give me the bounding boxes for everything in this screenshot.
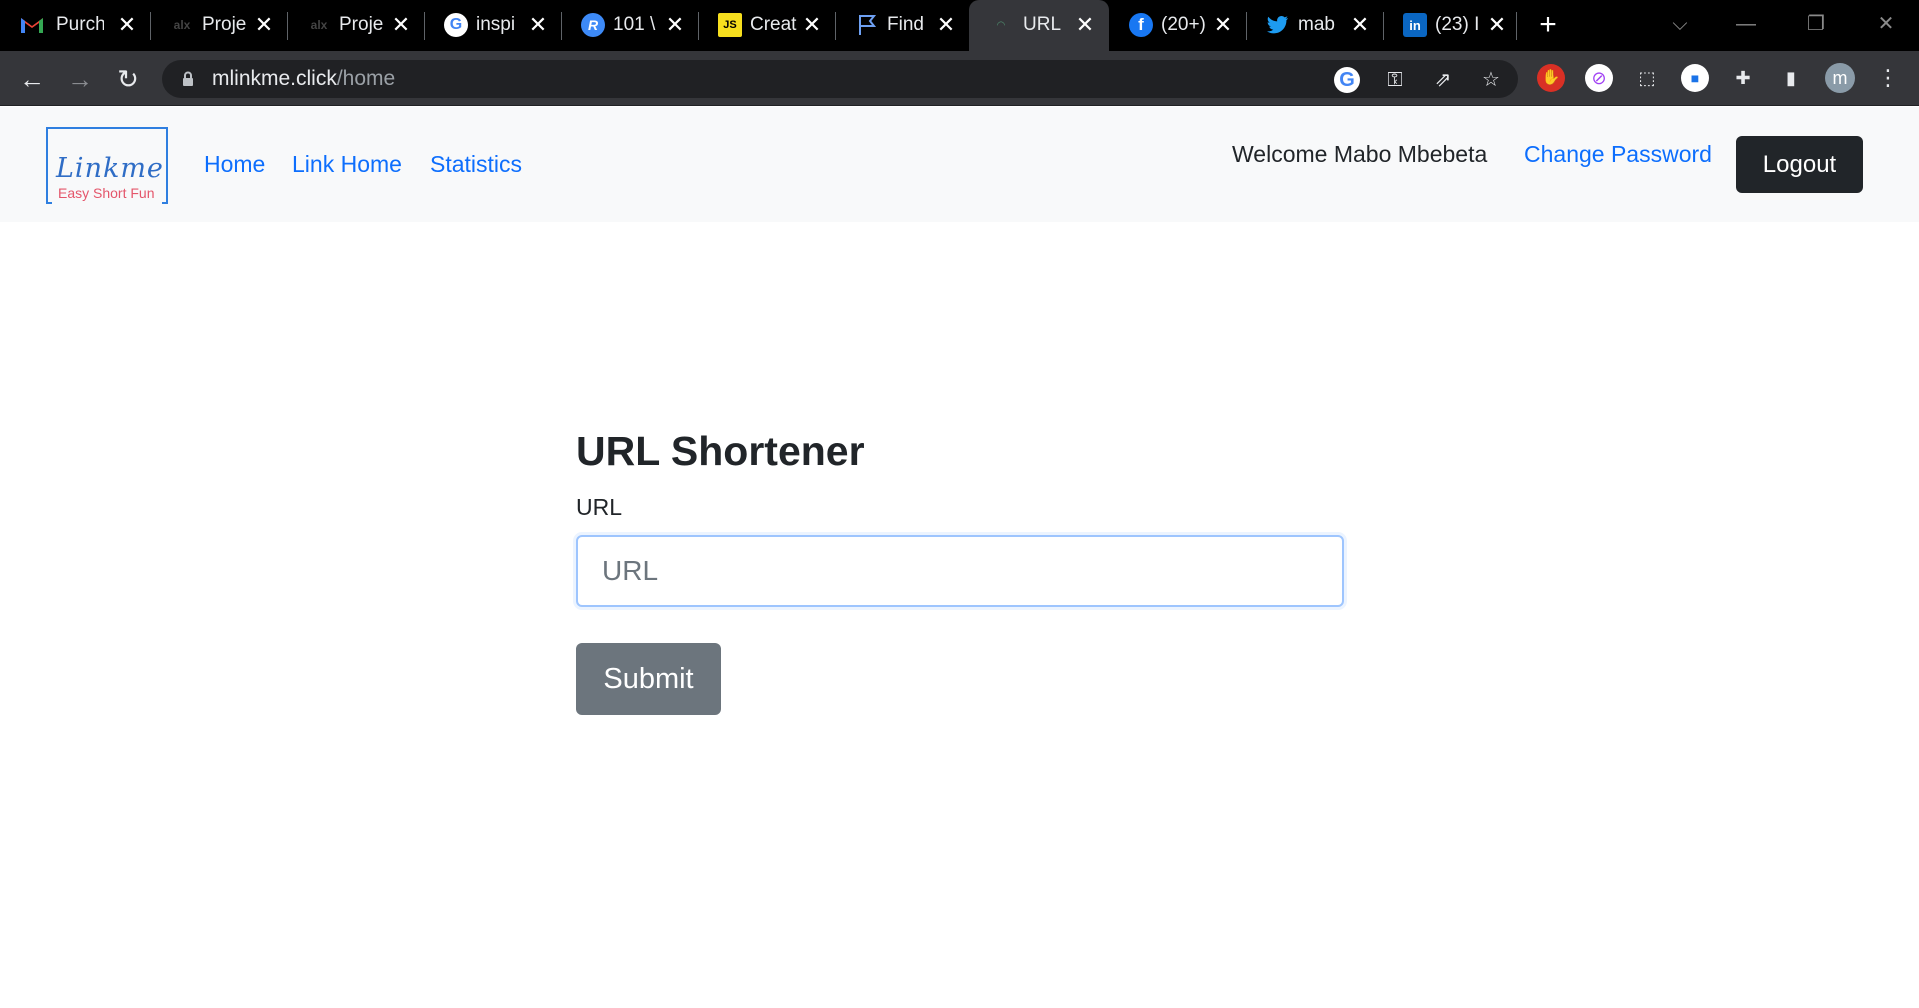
nav-link-home[interactable]: Home [204, 151, 265, 178]
close-icon[interactable]: ✕ [1073, 11, 1097, 39]
tab-title: URL I [1023, 14, 1067, 35]
browser-tab[interactable]: alx Proje ✕ [150, 0, 287, 51]
close-icon[interactable]: ✕ [389, 11, 413, 39]
block-site-icon[interactable]: ⊘ [1585, 64, 1613, 92]
browser-tab[interactable]: Find ✕ [835, 0, 969, 51]
alx-icon: alx [173, 18, 191, 32]
close-icon[interactable]: ✕ [1348, 11, 1372, 39]
browser-tab-active[interactable]: ◠ URL I ✕ [969, 0, 1109, 51]
browser-tab[interactable]: JS Creat ✕ [698, 0, 835, 51]
close-icon[interactable]: ✕ [115, 11, 139, 39]
tab-title: (23) I [1435, 14, 1480, 35]
share-icon[interactable]: ⇗ [1430, 67, 1456, 93]
forward-icon[interactable]: → [62, 62, 98, 96]
screenshot-icon[interactable]: ⬚ [1633, 64, 1661, 92]
google-icon: G [444, 13, 468, 37]
tab-title: Find [887, 14, 924, 35]
logo-tagline: Easy Short Fun [58, 185, 155, 201]
browser-tab[interactable]: alx Proje ✕ [287, 0, 424, 51]
site-logo[interactable]: Linkme Easy Short Fun [46, 127, 168, 204]
tab-title: (20+) [1161, 14, 1206, 35]
tab-search-icon[interactable]: ⌵ [1660, 8, 1700, 40]
side-panel-icon[interactable]: ▮ [1777, 64, 1805, 92]
browser-tab[interactable]: in (23) I ✕ [1383, 0, 1520, 51]
url-input[interactable] [576, 535, 1344, 607]
tab-title: 101 \ [613, 14, 656, 35]
tab-separator [1516, 12, 1517, 40]
browser-tab[interactable]: f (20+) ✕ [1109, 0, 1246, 51]
browser-toolbar: ← → ↻ mlinkme.click/home G ⚿ ⇗ ☆ ✋ ⊘ ⬚ ■… [0, 51, 1919, 106]
linkedin-icon: in [1403, 13, 1427, 37]
close-window-icon[interactable]: ✕ [1866, 8, 1906, 40]
adblock-icon[interactable]: ✋ [1537, 64, 1565, 92]
google-translate-icon[interactable]: G [1334, 67, 1360, 93]
alx-icon: alx [310, 18, 328, 32]
logo-corner [46, 202, 52, 204]
url-text: mlinkme.click/home [212, 67, 395, 91]
bookmark-star-icon[interactable]: ☆ [1478, 67, 1504, 93]
minimize-icon[interactable]: — [1726, 8, 1766, 40]
r-icon: R [581, 13, 605, 37]
close-icon[interactable]: ✕ [252, 11, 276, 39]
close-icon[interactable]: ✕ [1211, 11, 1235, 39]
close-icon[interactable]: ✕ [800, 11, 824, 39]
facebook-icon: f [1129, 13, 1153, 37]
submit-button[interactable]: Submit [576, 643, 721, 715]
js-icon: JS [718, 13, 742, 37]
logout-button[interactable]: Logout [1736, 136, 1863, 193]
tab-title: mab [1298, 14, 1335, 35]
logo-wordmark: Linkme [56, 153, 164, 184]
twitter-icon [1266, 13, 1290, 37]
browser-tab[interactable]: G inspi ✕ [424, 0, 561, 51]
gmail-icon [20, 13, 44, 37]
linkme-icon: ◠ [997, 19, 1005, 31]
close-icon[interactable]: ✕ [934, 11, 958, 39]
nav-link-statistics[interactable]: Statistics [430, 151, 522, 178]
close-icon[interactable]: ✕ [1485, 11, 1509, 39]
site-navbar: Linkme Easy Short Fun Home Link Home Sta… [0, 107, 1919, 222]
logo-corner [162, 202, 168, 204]
extension-blue-icon[interactable]: ■ [1681, 64, 1709, 92]
restore-icon[interactable]: ❐ [1796, 8, 1836, 40]
reload-icon[interactable]: ↻ [110, 62, 146, 96]
tab-title: Creat [750, 14, 797, 35]
extensions-puzzle-icon[interactable]: ✚ [1729, 64, 1757, 92]
key-icon[interactable]: ⚿ [1382, 67, 1408, 93]
browser-tab[interactable]: mab ✕ [1246, 0, 1383, 51]
tab-title: Proje [339, 14, 384, 35]
page-title: URL Shortener [576, 428, 865, 474]
url-path: /home [336, 67, 396, 90]
url-host: mlinkme.click [212, 67, 337, 90]
url-label: URL [576, 494, 623, 520]
tab-title: Purch [56, 14, 104, 35]
new-tab-button[interactable]: + [1530, 10, 1566, 42]
menu-kebab-icon[interactable]: ⋮ [1874, 64, 1902, 92]
nav-link-link-home[interactable]: Link Home [292, 151, 402, 178]
lock-icon [182, 71, 194, 87]
close-icon[interactable]: ✕ [526, 11, 550, 39]
flag-icon [855, 13, 879, 37]
browser-tab[interactable]: R 101 \ ✕ [561, 0, 698, 51]
back-icon[interactable]: ← [14, 62, 50, 96]
close-icon[interactable]: ✕ [663, 11, 687, 39]
browser-tab-strip: Purch ✕ alx Proje ✕ alx Proje ✕ G inspi … [0, 0, 1919, 51]
browser-tab[interactable]: Purch ✕ [0, 0, 150, 51]
profile-avatar[interactable]: m [1825, 63, 1855, 93]
address-bar[interactable]: mlinkme.click/home G ⚿ ⇗ ☆ [162, 60, 1518, 98]
tab-title: inspi [476, 14, 516, 35]
change-password-link[interactable]: Change Password [1524, 141, 1712, 168]
welcome-text: Welcome Mabo Mbebeta [1232, 141, 1488, 167]
tab-title: Proje [202, 14, 247, 35]
